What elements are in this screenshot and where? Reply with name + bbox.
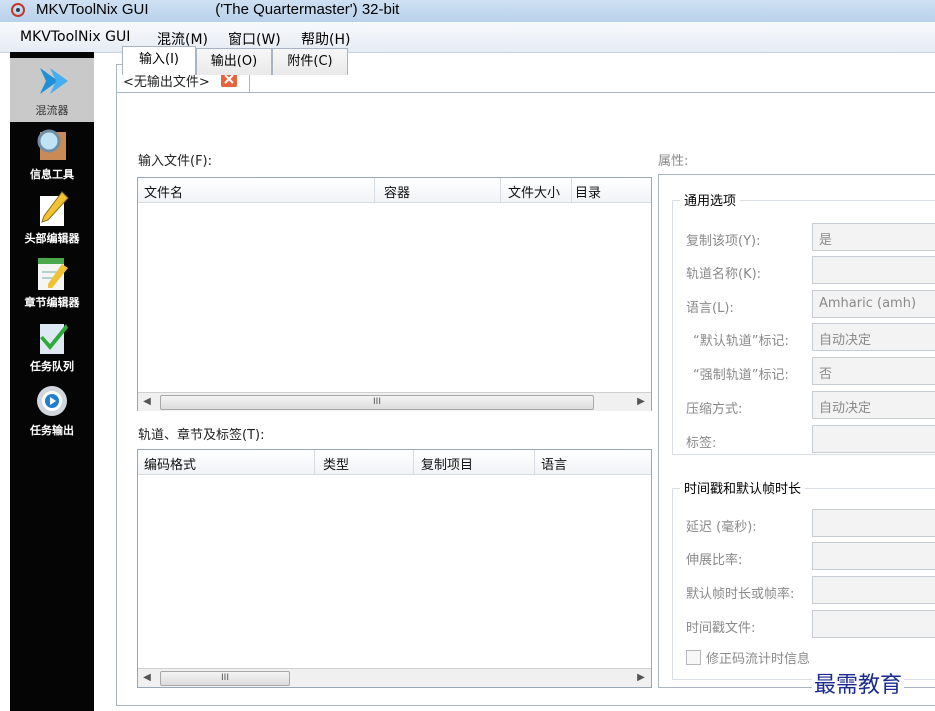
title-bar: MKVToolNix GUI ('The Quartermaster') 32-…	[0, 0, 935, 23]
horizontal-scrollbar[interactable]: ◀ III ▶	[138, 668, 651, 687]
fix-bitstream-label: 修正码流计时信息	[706, 652, 811, 667]
language-select[interactable]: Amharic (amh)	[812, 290, 935, 318]
watermark-text: 最需教育	[812, 667, 905, 699]
sidebar-item-label: 任务队列	[30, 360, 74, 373]
column-divider[interactable]	[413, 450, 414, 474]
tab-attachments[interactable]: 附件(C)	[272, 48, 348, 75]
column-file-size[interactable]: 文件大小	[508, 182, 560, 201]
gear-icon	[37, 386, 67, 416]
delay-input[interactable]	[812, 509, 935, 537]
scroll-right-icon[interactable]: ▶	[634, 671, 648, 685]
language-label: 语言(L):	[686, 301, 734, 316]
sidebar-item-job-output[interactable]: 任务输出	[10, 378, 94, 442]
stretch-ratio-label: 伸展比率:	[686, 553, 743, 568]
sidebar-item-job-queue[interactable]: 任务队列	[10, 314, 94, 378]
fix-bitstream-checkbox[interactable]	[686, 650, 701, 665]
column-divider[interactable]	[374, 178, 375, 202]
default-duration-label: 默认帧时长或帧率:	[686, 587, 795, 602]
sidebar-item-header-editor[interactable]: 头部编辑器	[10, 186, 94, 250]
column-container[interactable]: 容器	[384, 182, 410, 201]
default-track-flag-select[interactable]: 自动决定	[812, 323, 935, 351]
default-duration-input[interactable]	[812, 576, 935, 604]
copy-item-label: 复制该项(Y):	[686, 234, 761, 249]
scroll-left-icon[interactable]: ◀	[140, 395, 154, 409]
sidebar-item-chapter-editor[interactable]: 章节编辑器	[10, 250, 94, 314]
column-divider[interactable]	[571, 178, 572, 202]
scroll-thumb[interactable]: III	[160, 671, 290, 686]
scroll-thumb[interactable]: III	[160, 395, 594, 410]
window-title: MKVToolNix GUI ('The Quartermaster') 32-…	[36, 1, 400, 18]
column-divider[interactable]	[534, 450, 535, 474]
menu-window[interactable]: 窗口(W)	[228, 29, 281, 49]
horizontal-scrollbar[interactable]: ◀ III ▶	[138, 392, 651, 411]
tracks-label: 轨道、章节及标签(T):	[138, 428, 265, 443]
sidebar: 混流器 信息工具 头部编辑器 章节编辑器 任务队列 任务输出	[10, 52, 94, 711]
chevron-right-icon	[40, 68, 68, 94]
sidebar-item-label: 章节编辑器	[24, 296, 80, 309]
mkvtoolnix-icon	[11, 3, 25, 17]
column-type[interactable]: 类型	[323, 454, 349, 473]
properties-label: 属性:	[658, 154, 689, 169]
column-divider[interactable]	[500, 178, 501, 202]
pencil-icon	[40, 191, 69, 226]
timing-title: 时间戳和默认帧时长	[680, 478, 806, 497]
track-name-input[interactable]	[812, 256, 935, 284]
sidebar-item-label: 头部编辑器	[24, 232, 80, 245]
general-options-title: 通用选项	[680, 190, 741, 209]
sidebar-item-label: 混流器	[35, 104, 69, 117]
track-name-label: 轨道名称(K):	[686, 267, 762, 282]
tags-label: 标签:	[686, 436, 717, 451]
column-divider[interactable]	[314, 450, 315, 474]
column-filename[interactable]: 文件名	[144, 182, 183, 201]
sidebar-item-info-tool[interactable]: 信息工具	[10, 122, 94, 186]
forced-track-flag-label: “强制轨道”标记:	[693, 368, 789, 383]
compression-select[interactable]: 自动决定	[812, 391, 935, 419]
notepad-icon	[38, 258, 68, 290]
copy-item-select[interactable]: 是	[812, 223, 935, 251]
column-copy-item[interactable]: 复制项目	[421, 454, 473, 473]
tags-input[interactable]	[812, 425, 935, 453]
sidebar-item-multiplexer[interactable]: 混流器	[10, 58, 94, 122]
sidebar-item-label: 任务输出	[30, 424, 74, 437]
timestamp-file-label: 时间戳文件:	[686, 621, 756, 636]
table-header: 文件名 容器 文件大小 目录	[138, 178, 651, 203]
timestamp-file-input[interactable]	[812, 610, 935, 638]
column-language[interactable]: 语言	[541, 454, 567, 473]
tab-input[interactable]: 输入(I)	[122, 46, 196, 75]
default-track-flag-label: “默认轨道”标记:	[693, 334, 789, 349]
checkmark-icon	[40, 324, 68, 354]
table-header: 编码格式 类型 复制项目 语言	[138, 450, 651, 475]
scroll-left-icon[interactable]: ◀	[140, 671, 154, 685]
tab-output[interactable]: 输出(O)	[196, 48, 272, 75]
tracks-table[interactable]: 编码格式 类型 复制项目 语言 ◀ III ▶	[137, 449, 652, 688]
column-codec[interactable]: 编码格式	[144, 454, 196, 473]
forced-track-flag-select[interactable]: 否	[812, 357, 935, 385]
sidebar-item-label: 信息工具	[30, 168, 74, 181]
magnifier-icon	[37, 129, 66, 160]
stretch-ratio-input[interactable]	[812, 542, 935, 570]
compression-label: 压缩方式:	[686, 402, 743, 417]
delay-label: 延迟 (毫秒):	[686, 520, 757, 535]
column-directory[interactable]: 目录	[575, 182, 601, 201]
scroll-right-icon[interactable]: ▶	[634, 395, 648, 409]
menu-mkvtoolnix[interactable]: MKVToolNix GUI	[20, 29, 130, 45]
input-files-table[interactable]: 文件名 容器 文件大小 目录 ◀ III ▶	[137, 177, 652, 411]
menu-help[interactable]: 帮助(H)	[301, 29, 350, 49]
input-files-label: 输入文件(F):	[138, 154, 213, 169]
